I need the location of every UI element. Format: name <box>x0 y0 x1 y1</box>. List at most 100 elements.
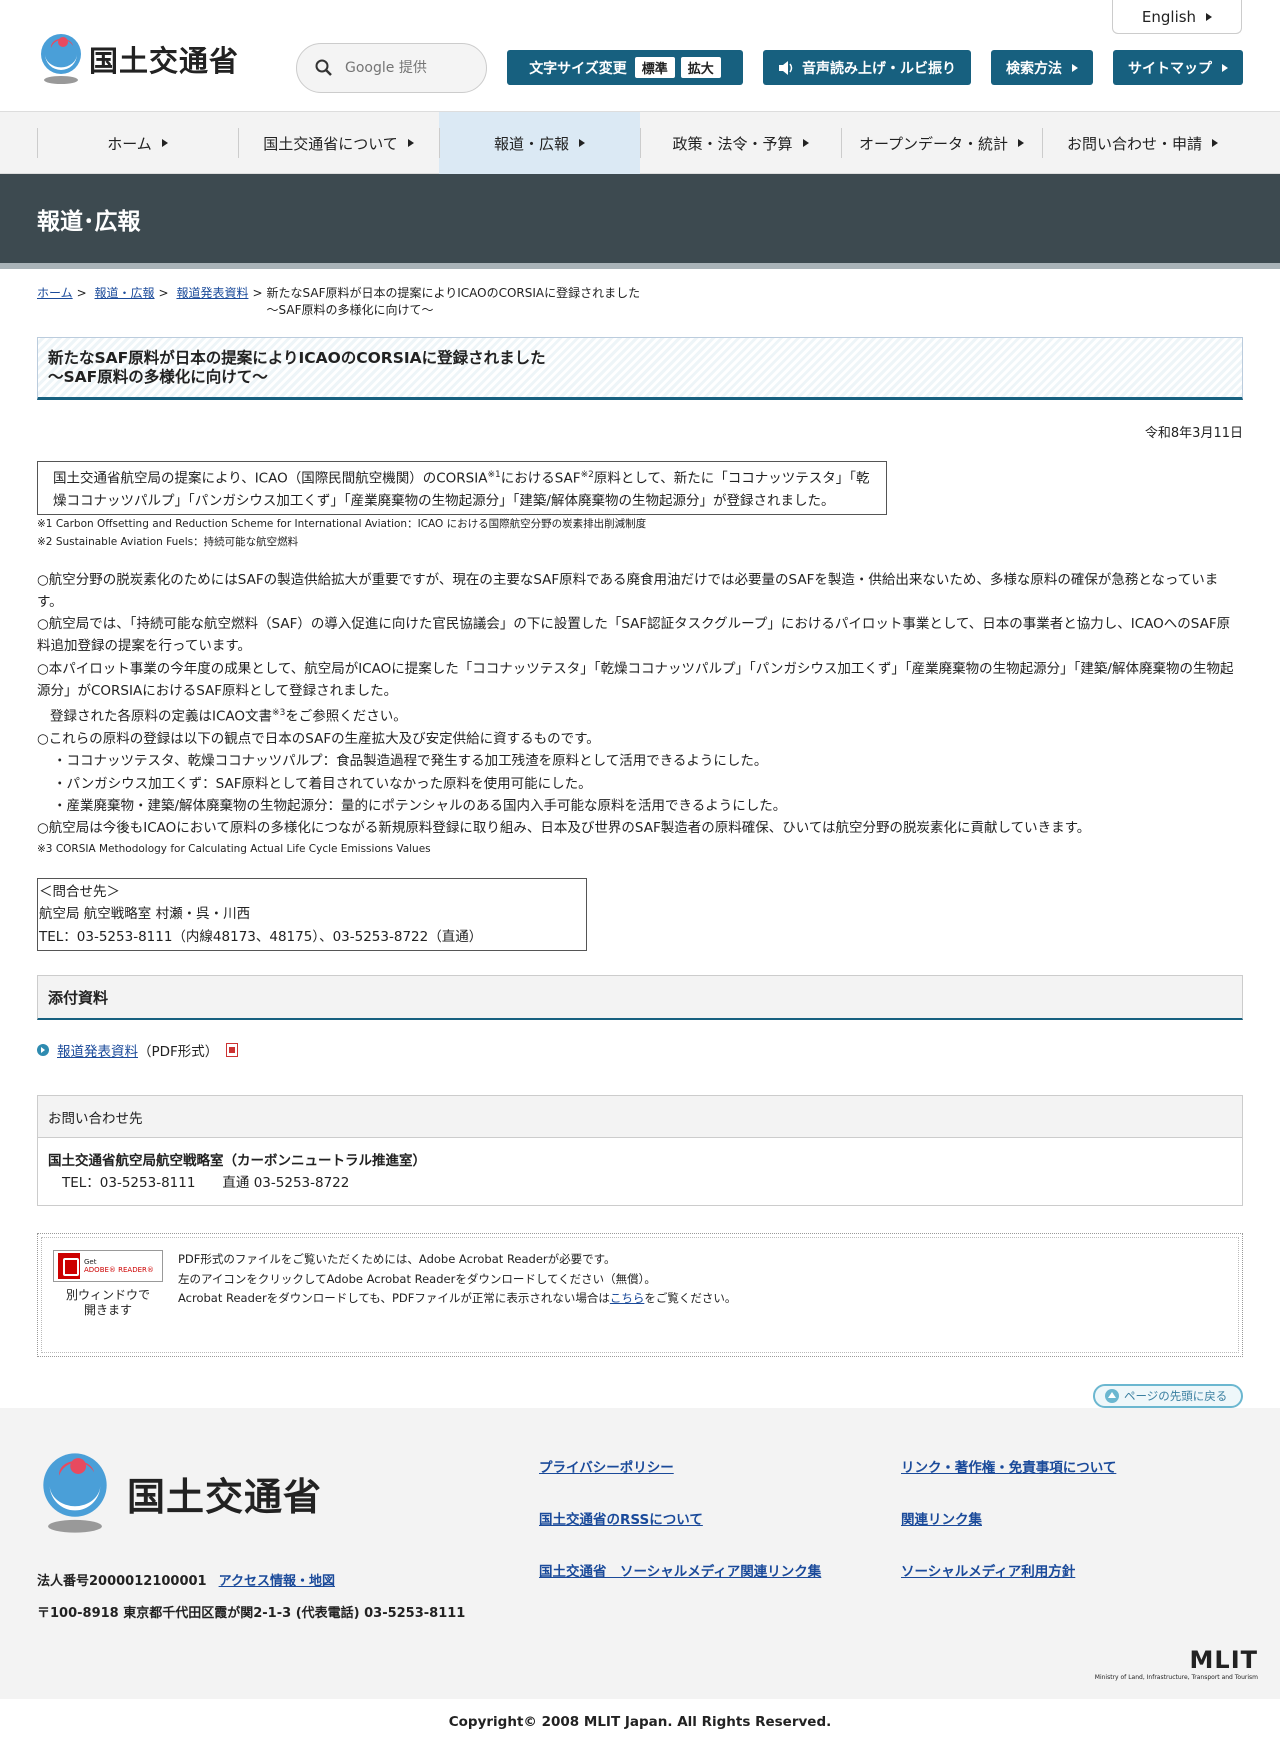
new-window-caption-1: 別ウィンドウで <box>65 1288 150 1303</box>
nav-item-opendata[interactable]: オープンデータ・統計 <box>841 112 1042 174</box>
search-method-button[interactable]: 検索方法 <box>991 50 1093 85</box>
footer-link-related[interactable]: 関連リンク集 <box>901 1510 1201 1530</box>
page-title-box: 新たなSAF原料が日本の提案によりICAOのCORSIAに登録されました ～SA… <box>37 337 1243 400</box>
nav-item-about[interactable]: 国土交通省について <box>238 112 439 174</box>
body-paragraph-1: ○航空分野の脱炭素化のためにはSAFの製造供給拡大が重要ですが、現在の主要なSA… <box>37 571 1219 610</box>
font-size-control: 文字サイズ変更 標準 拡大 <box>507 50 743 85</box>
summary-text: 国土交通省航空局の提案により、ICAO（国際民間航空機関）のCORSIA※1にお… <box>39 464 882 512</box>
body-bullet-3: ・産業廃棄物・建築/解体廃棄物の生物起源分：量的にポテンシャルのある国内入手可能… <box>53 797 787 814</box>
get-adobe-reader-button[interactable]: Get ADOBE® READER® <box>53 1250 163 1283</box>
contact-tel: TEL：03-5253-8111（内線48173、48175）、03-5253-… <box>39 928 483 945</box>
breadcrumb-press[interactable]: 報道・広報 <box>95 286 155 300</box>
attachment-item: 報道発表資料 （PDF形式） <box>37 1040 1243 1060</box>
nav-item-label: オープンデータ・統計 <box>858 134 1009 153</box>
sitemap-button[interactable]: サイトマップ <box>1113 50 1243 85</box>
sitemap-label: サイトマップ <box>1128 60 1212 77</box>
inquiry-tel: TEL：03-5253-8111 直通 03-5253-8722 <box>62 1175 350 1192</box>
breadcrumb-separator: > <box>252 286 263 300</box>
new-window-caption-2: 開きます <box>83 1303 132 1318</box>
breadcrumb-separator: > <box>76 286 87 300</box>
footer-link-social-links[interactable]: 国土交通省 ソーシャルメディア関連リンク集 <box>539 1562 901 1582</box>
footer-logo[interactable]: 国土交通省 <box>37 1450 322 1536</box>
inquiry-box: お問い合わせ先 国土交通省航空局航空戦略室（カーボンニュートラル推進室） TEL… <box>37 1095 1243 1207</box>
nav-item-contact[interactable]: お問い合わせ・申請 <box>1042 112 1243 174</box>
access-link[interactable]: アクセス情報・地図 <box>219 1574 335 1589</box>
reader-text-line3a: Acrobat Readerをダウンロードしても、PDFファイルが正常に表示され… <box>178 1291 610 1306</box>
breadcrumb: ホーム > 報道・広報 > 報道発表資料 > 新たなSAF原料が日本の提案によりICA… <box>37 285 1243 319</box>
arrow-right-icon <box>802 139 809 147</box>
arrow-up-icon <box>1105 1389 1119 1404</box>
reader-help-link[interactable]: こちら <box>610 1291 645 1305</box>
footer-link-copyright[interactable]: リンク・著作権・免責事項について <box>901 1458 1201 1478</box>
adobe-reader-notice: Get ADOBE® READER® 別ウィンドウで 開きます PDF形式のファイ… <box>37 1233 1243 1358</box>
contact-dept: 航空局 航空戦略室 村瀬・呉・川西 <box>39 906 251 923</box>
footer-link-social-policy[interactable]: ソーシャルメディア利用方針 <box>901 1562 1201 1582</box>
nav-item-label: ホーム <box>107 134 152 153</box>
nav-item-label: 国土交通省について <box>263 134 398 153</box>
arrow-right-icon <box>161 139 168 147</box>
back-to-top-label: ページの先頭に戻る <box>1124 1389 1228 1404</box>
footer-logo-text: 国土交通省 <box>127 1474 323 1519</box>
footer-info: 法人番号2000012100001 アクセス情報・地図 〒100-8918 東京都… <box>37 1566 465 1630</box>
publish-date: 令和8年3月11日 <box>1144 426 1243 441</box>
breadcrumb-home[interactable]: ホーム <box>37 286 73 300</box>
nav-item-press[interactable]: 報道・広報 <box>439 112 640 174</box>
summary-box: 国土交通省航空局の提案により、ICAO（国際民間航空機関）のCORSIA※1にお… <box>37 461 887 515</box>
body-paragraph-5: ○これらの原料の登録は以下の観点で日本のSAFの生産拡大及び安定供給に資するもの… <box>37 731 600 748</box>
body-bullet-1: ・ココナッツテスタ、乾燥ココナッツパルプ：食品製造過程で発生する加工残渣を原料と… <box>53 753 768 770</box>
article-body: ○航空分野の脱炭素化のためにはSAFの製造供給拡大が重要ですが、現在の主要なSA… <box>37 569 1243 840</box>
back-to-top-button[interactable]: ページの先頭に戻る <box>1093 1384 1243 1409</box>
nav-item-home[interactable]: ホーム <box>37 112 238 174</box>
body-paragraph-2: ○航空局では、「持続可能な航空燃料（SAF）の導入促進に向けた官民協議会」の下に… <box>37 616 1231 655</box>
mlit-logo-subtext: Ministry of Land, Infrastructure, Transp… <box>1094 1674 1258 1682</box>
arrow-right-icon <box>1212 139 1218 147</box>
nav-item-label: 政策・法令・予算 <box>672 134 793 153</box>
inquiry-heading: お問い合わせ先 <box>38 1096 1242 1139</box>
global-nav: ホーム 国土交通省について 報道・広報 政策・法令・予算 オープンデータ・統計 … <box>0 111 1280 174</box>
copyright: Copyright© 2008 MLIT Japan. All Rights R… <box>448 1713 832 1730</box>
main-content: ホーム > 報道・広報 > 報道発表資料 > 新たなSAF原料が日本の提案によりICA… <box>37 285 1243 1409</box>
summary-text-b: におけるSAF <box>500 470 581 487</box>
body-paragraph-3: ○本パイロット事業の今年度の成果として、航空局がICAOに提案した「ココナッツテ… <box>37 660 1234 699</box>
breadcrumb-current: 新たなSAF原料が日本の提案によりICAOのCORSIAに登録されました ～SA… <box>267 285 641 319</box>
attachment-format: （PDF形式） <box>138 1044 219 1061</box>
arrow-right-icon <box>1222 63 1228 72</box>
search-input[interactable] <box>345 60 465 76</box>
nav-item-label: 報道・広報 <box>493 134 569 153</box>
reader-text-line3b: をご覧ください。 <box>644 1291 737 1306</box>
font-large-button[interactable]: 拡大 <box>680 57 721 78</box>
english-button-label: English <box>1141 7 1197 26</box>
footer-link-rss[interactable]: 国土交通省のRSSについて <box>539 1510 901 1530</box>
speech-button[interactable]: 音声読み上げ・ルビ振り <box>763 50 971 85</box>
site-footer: 国土交通省 法人番号2000012100001 アクセス情報・地図 〒100-89… <box>0 1408 1280 1700</box>
breadcrumb-separator: > <box>158 286 169 300</box>
badge-name-text: ADOBE® READER® <box>84 1266 154 1275</box>
site-logo[interactable]: 国土交通省 <box>37 32 239 86</box>
reader-text-line3: Acrobat Readerをダウンロードしても、PDFファイルが正常に表示され… <box>178 1289 736 1309</box>
section-title: 報道･広報 <box>37 208 141 235</box>
page-title-line2: ～SAF原料の多様化に向けて～ <box>48 368 268 386</box>
reader-text: PDF形式のファイルをご覧いただくためには、Adobe Acrobat Read… <box>178 1250 736 1340</box>
bullet-arrow-icon <box>37 1044 49 1057</box>
badge-get-text: Get <box>84 1258 97 1267</box>
font-standard-button[interactable]: 標準 <box>634 57 675 78</box>
search-box[interactable] <box>296 43 487 93</box>
footnote-ref-2: ※2 <box>580 470 594 480</box>
body-paragraph-6: ○航空局は今後もICAOにおいて原料の多様化につながる新規原料登録に取り組み、日… <box>37 820 1091 837</box>
nav-item-policy[interactable]: 政策・法令・予算 <box>640 112 841 174</box>
attachments-heading: 添付資料 <box>37 975 1243 1021</box>
attachment-link[interactable]: 報道発表資料 <box>57 1040 138 1060</box>
breadcrumb-releases[interactable]: 報道発表資料 <box>176 286 248 300</box>
footnote-ref-3: ※3 <box>272 708 286 719</box>
search-icon <box>315 59 332 76</box>
body-bullet-2: ・パンガシウス加工くず：SAF原料として着目されていなかった原料を使用可能にした… <box>53 775 592 792</box>
search-method-label: 検索方法 <box>1006 60 1062 77</box>
english-button[interactable]: English <box>1112 0 1242 34</box>
footer-link-privacy[interactable]: プライバシーポリシー <box>539 1458 901 1478</box>
pdf-icon <box>226 1043 239 1058</box>
inquiry-org: 国土交通省航空局航空戦略室（カーボンニュートラル推進室） <box>48 1153 426 1170</box>
reader-text-line2: 左のアイコンをクリックしてAdobe Acrobat Readerをダウンロード… <box>178 1271 656 1286</box>
speech-button-label: 音声読み上げ・ルビ振り <box>802 60 956 77</box>
arrow-right-icon <box>407 139 414 147</box>
body-paragraph-4a: 登録された各原料の定義はICAO文書 <box>50 708 273 725</box>
